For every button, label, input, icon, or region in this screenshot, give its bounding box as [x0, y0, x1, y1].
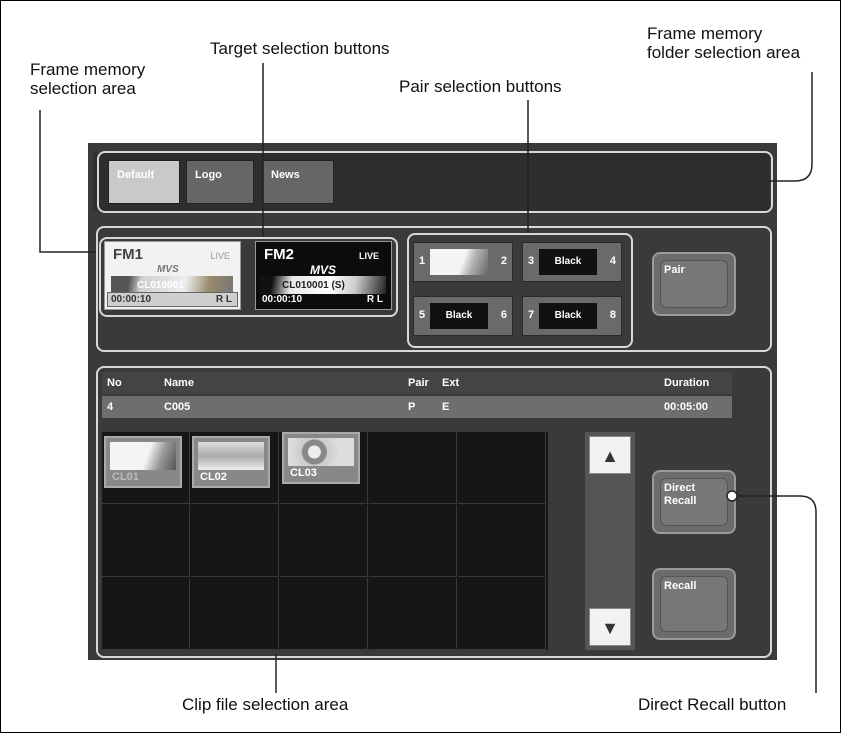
recall-button[interactable]: Recall [652, 568, 736, 640]
pair-2-left-number: 3 [528, 255, 535, 267]
header-ext: Ext [442, 377, 460, 389]
folder-button-logo[interactable]: Logo [186, 160, 254, 204]
grid-cell[interactable] [191, 578, 279, 650]
clip-table-row[interactable]: 4 C005 P E 00:05:00 [102, 396, 732, 418]
pair-4-left-number: 7 [528, 309, 535, 321]
folder-button-default[interactable]: Default [108, 160, 180, 204]
pair-2-content: Black [539, 249, 597, 275]
clip-cl01-label: CL01 [112, 471, 139, 483]
pair-3-left-number: 5 [419, 309, 426, 321]
pair-1-thumbnail [430, 249, 488, 275]
grid-cell[interactable] [280, 505, 368, 577]
pair-button-1-2[interactable]: 1 2 [413, 242, 513, 282]
pair-4-content: Black [539, 303, 597, 329]
grid-cell[interactable] [458, 432, 546, 504]
row-duration: 00:05:00 [664, 401, 709, 413]
direct-recall-button[interactable]: Direct Recall [652, 470, 736, 534]
pair-button-label: Pair [664, 264, 685, 276]
callout-clip-file-selection-area: Clip file selection area [182, 695, 349, 714]
callout-target-selection-buttons: Target selection buttons [210, 39, 390, 58]
pair-button-5-6[interactable]: 5 Black 6 [413, 296, 513, 336]
callout-frame-memory-folder-selection-area: Frame memory folder selection area [647, 24, 801, 62]
clip-cl02-image [198, 442, 264, 470]
pair-button[interactable]: Pair [652, 252, 736, 316]
scroll-down-button[interactable]: ▼ [589, 608, 631, 646]
grid-cell[interactable] [369, 505, 457, 577]
triangle-up-icon: ▲ [601, 446, 619, 466]
grid-cell[interactable] [458, 578, 546, 650]
grid-cell[interactable] [280, 578, 368, 650]
clip-cl02-label: CL02 [200, 471, 227, 483]
recall-button-label: Recall [664, 580, 697, 592]
header-name: Name [164, 377, 194, 389]
pair-2-right-number: 4 [609, 255, 616, 267]
row-pair: P [408, 401, 416, 413]
row-ext: E [442, 401, 450, 413]
clip-cl01-image [110, 442, 176, 470]
clip-thumbnail-cl03[interactable]: CL03 [282, 432, 360, 484]
clip-scrollbar[interactable]: ▲ ▼ [585, 432, 635, 650]
scroll-up-button[interactable]: ▲ [589, 436, 631, 474]
pair-button-3-4[interactable]: 3 Black 4 [522, 242, 622, 282]
pair-3-right-number: 6 [500, 309, 507, 321]
grid-cell[interactable] [458, 505, 546, 577]
clip-cl03-label: CL03 [290, 467, 317, 479]
header-duration: Duration [664, 377, 710, 389]
clip-thumbnail-cl01[interactable]: CL01 [104, 436, 182, 488]
row-name: C005 [164, 401, 191, 413]
callout-pair-selection-buttons: Pair selection buttons [399, 77, 562, 96]
clip-table-header: No Name Pair Ext Duration [102, 372, 732, 394]
pair-3-content: Black [430, 303, 488, 329]
pair-button-7-8[interactable]: 7 Black 8 [522, 296, 622, 336]
pair-1-right-number: 2 [500, 255, 507, 267]
callout-frame-memory-selection-area: Frame memory selection area [30, 60, 146, 98]
target-selection-outline [99, 237, 398, 317]
grid-cell[interactable] [102, 505, 190, 577]
grid-cell[interactable] [191, 505, 279, 577]
triangle-down-icon: ▼ [601, 618, 619, 638]
header-no: No [107, 377, 122, 389]
direct-recall-button-label: Direct Recall [664, 482, 697, 507]
callout-direct-recall-button: Direct Recall button [638, 695, 787, 714]
grid-cell[interactable] [369, 578, 457, 650]
grid-cell[interactable] [102, 578, 190, 650]
row-no: 4 [107, 401, 114, 413]
folder-button-news[interactable]: News [262, 160, 334, 204]
pair-1-left-number: 1 [419, 255, 426, 267]
grid-cell[interactable] [369, 432, 457, 504]
clip-thumbnail-cl02[interactable]: CL02 [192, 436, 270, 488]
header-pair: Pair [408, 377, 429, 389]
clip-cl03-image [288, 438, 354, 466]
pair-4-right-number: 8 [609, 309, 616, 321]
